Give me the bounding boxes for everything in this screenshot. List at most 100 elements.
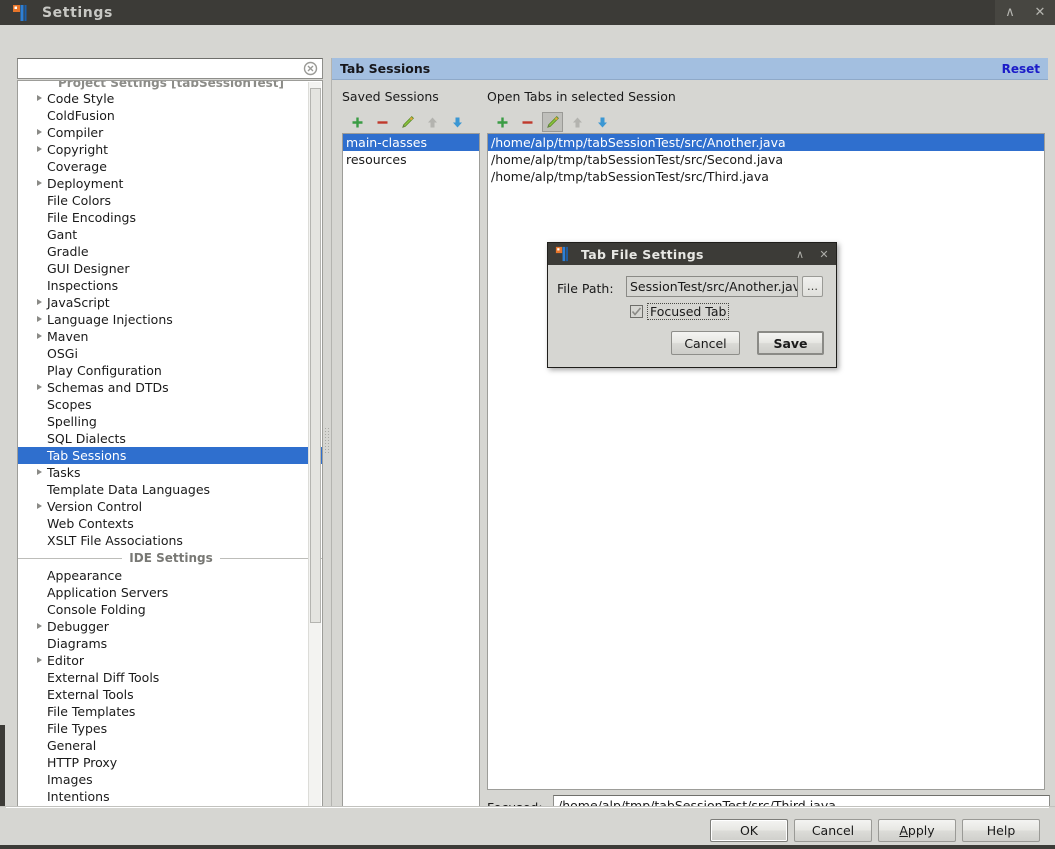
chevron-right-icon[interactable]: [37, 129, 42, 135]
ok-button[interactable]: OK: [710, 819, 788, 842]
open-tab-item[interactable]: /home/alp/tmp/tabSessionTest/src/Another…: [488, 134, 1044, 151]
open-tabs-move-up-button[interactable]: [567, 112, 588, 132]
chevron-right-icon[interactable]: [37, 333, 42, 339]
tree-item-file-templates[interactable]: File Templates: [18, 703, 322, 720]
tree-item-scopes[interactable]: Scopes: [18, 396, 322, 413]
chevron-right-icon[interactable]: [37, 469, 42, 475]
chevron-right-icon[interactable]: [37, 657, 42, 663]
tree-item-console-folding[interactable]: Console Folding: [18, 601, 322, 618]
chevron-right-icon[interactable]: [37, 623, 42, 629]
open-tabs-edit-button[interactable]: [542, 112, 563, 132]
tree-scrollbar[interactable]: [308, 82, 321, 824]
saved-sessions-edit-button[interactable]: [397, 112, 418, 132]
open-tabs-add-button[interactable]: [492, 112, 513, 132]
focused-tab-checkbox-row[interactable]: Focused Tab: [630, 303, 730, 320]
tree-item-tab-sessions[interactable]: Tab Sessions: [18, 447, 322, 464]
apply-button[interactable]: Apply: [878, 819, 956, 842]
tree-item-compiler[interactable]: Compiler: [18, 124, 322, 141]
tree-item-external-diff-tools[interactable]: External Diff Tools: [18, 669, 322, 686]
saved-sessions-move-down-button[interactable]: [447, 112, 468, 132]
tree-item-sql-dialects[interactable]: SQL Dialects: [18, 430, 322, 447]
saved-sessions-remove-button[interactable]: [372, 112, 393, 132]
chevron-right-icon[interactable]: [37, 503, 42, 509]
focused-tab-checkbox[interactable]: [630, 305, 643, 318]
tree-item-label: Gant: [47, 227, 78, 242]
tree-item-deployment[interactable]: Deployment: [18, 175, 322, 192]
close-button[interactable]: ✕: [1025, 0, 1055, 25]
tree-item-label: Template Data Languages: [47, 482, 211, 497]
open-tab-item[interactable]: /home/alp/tmp/tabSessionTest/src/Third.j…: [488, 168, 1044, 185]
open-tabs-list[interactable]: /home/alp/tmp/tabSessionTest/src/Another…: [487, 133, 1045, 790]
chevron-right-icon[interactable]: [37, 146, 42, 152]
tree-item-code-style[interactable]: Code Style: [18, 90, 322, 107]
saved-session-item[interactable]: main-classes: [343, 134, 479, 151]
tree-item-diagrams[interactable]: Diagrams: [18, 635, 322, 652]
tree-item-file-colors[interactable]: File Colors: [18, 192, 322, 209]
chevron-right-icon[interactable]: [37, 95, 42, 101]
tree-item-play-configuration[interactable]: Play Configuration: [18, 362, 322, 379]
settings-tree-panel: Project Settings [tabSessionTest] Code S…: [6, 25, 324, 825]
tree-item-coverage[interactable]: Coverage: [18, 158, 322, 175]
dialog-minimize-button[interactable]: ∧: [788, 243, 812, 265]
saved-sessions-toolbar: [342, 110, 480, 134]
browse-button[interactable]: …: [802, 276, 823, 297]
tree-item-images[interactable]: Images: [18, 771, 322, 788]
tree-item-version-control[interactable]: Version Control: [18, 498, 322, 515]
dialog-close-button[interactable]: ✕: [812, 243, 836, 265]
tree-scrollbar-thumb[interactable]: [310, 88, 321, 623]
tree-item-spelling[interactable]: Spelling: [18, 413, 322, 430]
tree-item-gant[interactable]: Gant: [18, 226, 322, 243]
tree-item-file-types[interactable]: File Types: [18, 720, 322, 737]
tree-item-label: Deployment: [47, 176, 124, 191]
tree-item-intentions[interactable]: Intentions: [18, 788, 322, 805]
tree-item-tasks[interactable]: Tasks: [18, 464, 322, 481]
tree-item-xslt-file-associations[interactable]: XSLT File Associations: [18, 532, 322, 549]
saved-sessions-list[interactable]: main-classes resources: [342, 133, 480, 820]
panel-splitter[interactable]: [324, 58, 331, 825]
tree-item-file-encodings[interactable]: File Encodings: [18, 209, 322, 226]
tree-item-web-contexts[interactable]: Web Contexts: [18, 515, 322, 532]
chevron-right-icon[interactable]: [37, 299, 42, 305]
saved-sessions-move-up-button[interactable]: [422, 112, 443, 132]
settings-tree[interactable]: Project Settings [tabSessionTest] Code S…: [17, 80, 323, 825]
open-tabs-remove-button[interactable]: [517, 112, 538, 132]
tree-item-coldfusion[interactable]: ColdFusion: [18, 107, 322, 124]
help-button[interactable]: Help: [962, 819, 1040, 842]
tree-item-maven[interactable]: Maven: [18, 328, 322, 345]
saved-sessions-add-button[interactable]: [347, 112, 368, 132]
dialog-cancel-button[interactable]: Cancel: [671, 331, 740, 355]
tree-item-debugger[interactable]: Debugger: [18, 618, 322, 635]
tree-item-label: Tab Sessions: [47, 448, 127, 463]
cancel-button[interactable]: Cancel: [794, 819, 872, 842]
dialog-save-button[interactable]: Save: [757, 331, 824, 355]
search-input[interactable]: [18, 60, 303, 77]
intellij-logo-icon: [12, 4, 30, 22]
tree-item-external-tools[interactable]: External Tools: [18, 686, 322, 703]
tree-item-osgi[interactable]: OSGi: [18, 345, 322, 362]
open-tabs-move-down-button[interactable]: [592, 112, 613, 132]
saved-session-item[interactable]: resources: [343, 151, 479, 168]
tree-item-gui-designer[interactable]: GUI Designer: [18, 260, 322, 277]
tree-item-http-proxy[interactable]: HTTP Proxy: [18, 754, 322, 771]
tree-item-editor[interactable]: Editor: [18, 652, 322, 669]
minimize-button[interactable]: ∧: [995, 0, 1025, 25]
search-box[interactable]: [17, 58, 323, 79]
tree-item-appearance[interactable]: Appearance: [18, 567, 322, 584]
clear-circle-icon[interactable]: [303, 61, 318, 76]
tree-item-copyright[interactable]: Copyright: [18, 141, 322, 158]
divider-line-left: [18, 557, 123, 559]
chevron-right-icon[interactable]: [37, 180, 42, 186]
tree-item-template-data-languages[interactable]: Template Data Languages: [18, 481, 322, 498]
tree-item-gradle[interactable]: Gradle: [18, 243, 322, 260]
open-tab-item[interactable]: /home/alp/tmp/tabSessionTest/src/Second.…: [488, 151, 1044, 168]
file-path-input[interactable]: SessionTest/src/Another.java: [626, 276, 798, 297]
tree-item-language-injections[interactable]: Language Injections: [18, 311, 322, 328]
tree-item-javascript[interactable]: JavaScript: [18, 294, 322, 311]
tree-item-inspections[interactable]: Inspections: [18, 277, 322, 294]
tree-item-application-servers[interactable]: Application Servers: [18, 584, 322, 601]
tree-item-general[interactable]: General: [18, 737, 322, 754]
chevron-right-icon[interactable]: [37, 316, 42, 322]
reset-link[interactable]: Reset: [1002, 62, 1040, 76]
chevron-right-icon[interactable]: [37, 384, 42, 390]
tree-item-schemas-and-dtds[interactable]: Schemas and DTDs: [18, 379, 322, 396]
